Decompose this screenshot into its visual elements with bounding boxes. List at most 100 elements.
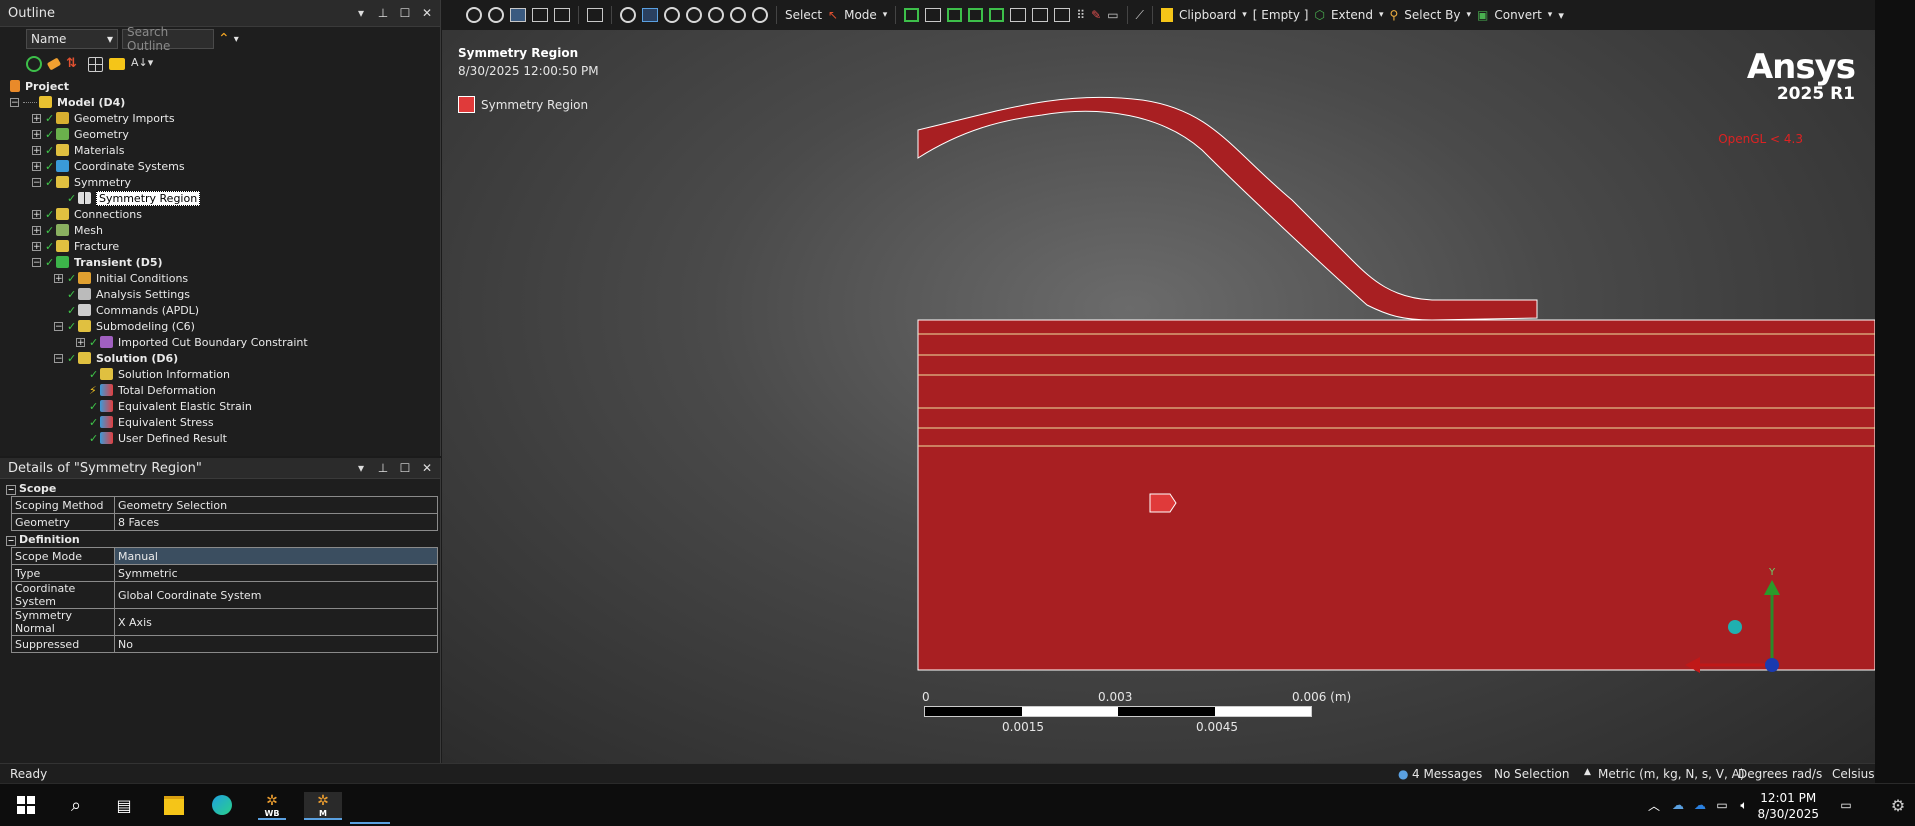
- tree-item-project[interactable]: Project: [8, 78, 440, 94]
- pin-icon[interactable]: ⊥: [374, 4, 392, 22]
- tree-item-transient[interactable]: − ✓ Transient (D5): [8, 254, 440, 270]
- detail-value[interactable]: Global Coordinate System: [114, 581, 438, 609]
- magnifier-icon[interactable]: [730, 7, 746, 23]
- dropdown-icon[interactable]: ▾: [352, 4, 370, 22]
- tag-icon[interactable]: [46, 57, 62, 71]
- shaded-view-icon[interactable]: [532, 8, 548, 22]
- mechanical-taskbar-button[interactable]: ✲ M: [304, 792, 342, 820]
- taskbar-clock[interactable]: 12:01 PM 8/30/2025: [1757, 790, 1819, 822]
- expand-icon[interactable]: +: [32, 241, 41, 251]
- speech-bubble-icon[interactable]: ▭: [1107, 8, 1118, 22]
- collapse-icon[interactable]: −: [54, 321, 63, 331]
- tree-item-submodeling[interactable]: − ✓ Submodeling (C6): [8, 318, 440, 334]
- select-mesh-icon[interactable]: [1054, 8, 1071, 22]
- cursor-icon[interactable]: ↖: [828, 8, 838, 22]
- convert-dropdown[interactable]: Convert: [1494, 8, 1541, 22]
- notifications-icon[interactable]: ▭: [1832, 792, 1860, 818]
- sort-icon[interactable]: ⇅: [66, 56, 82, 72]
- volume-icon[interactable]: 🔈︎: [1730, 792, 1758, 818]
- wireframe-view-icon[interactable]: [554, 8, 570, 22]
- temperature-units[interactable]: Celsius: [1832, 767, 1875, 781]
- file-explorer-icon[interactable]: [160, 792, 188, 818]
- zoom-in-icon[interactable]: [466, 7, 482, 23]
- collapse-icon[interactable]: −: [32, 177, 41, 187]
- close-icon[interactable]: ✕: [418, 459, 436, 477]
- detail-row[interactable]: Scoping Method Geometry Selection: [4, 496, 438, 514]
- collapse-icon[interactable]: −: [32, 257, 41, 267]
- workbench-taskbar-button[interactable]: ✲ WB: [258, 792, 286, 820]
- detail-row[interactable]: Geometry 8 Faces: [4, 513, 438, 531]
- expand-icon[interactable]: +: [32, 161, 41, 171]
- tree-item-imported-cut-boundary[interactable]: + ✓ Imported Cut Boundary Constraint: [8, 334, 440, 350]
- alpha-sort-icon[interactable]: A↓▾: [131, 56, 153, 72]
- select-element-icon[interactable]: [1032, 8, 1049, 22]
- box-zoom-icon[interactable]: [686, 7, 702, 23]
- collapse-icon[interactable]: −: [10, 97, 19, 107]
- tree-item-commands[interactable]: ✓ Commands (APDL): [8, 302, 440, 318]
- select-body-icon[interactable]: [968, 8, 984, 22]
- detail-row[interactable]: Symmetry Normal X Axis: [4, 608, 438, 636]
- select-by-dropdown[interactable]: Select By: [1404, 8, 1460, 22]
- detail-value[interactable]: Geometry Selection: [114, 496, 438, 514]
- tree-item-solution-information[interactable]: ✓ Solution Information: [8, 366, 440, 382]
- select-vertex-icon[interactable]: [904, 8, 920, 22]
- detail-value[interactable]: X Axis: [114, 608, 438, 636]
- section-scope[interactable]: − Scope: [4, 480, 438, 497]
- tree-item-coordinate-systems[interactable]: + ✓ Coordinate Systems: [8, 158, 440, 174]
- tree-item-model[interactable]: − Model (D4): [8, 94, 440, 110]
- detail-value[interactable]: 8 Faces: [114, 513, 438, 531]
- zoom-icon[interactable]: [664, 7, 680, 23]
- tree-item-symmetry[interactable]: − ✓ Symmetry: [8, 174, 440, 190]
- grid-icon[interactable]: [88, 56, 103, 72]
- detail-row[interactable]: Suppressed No: [4, 635, 438, 653]
- pan-icon[interactable]: [642, 8, 658, 22]
- detail-row[interactable]: Type Symmetric: [4, 564, 438, 582]
- tree-item-equivalent-elastic-strain[interactable]: ✓ Equivalent Elastic Strain: [8, 398, 440, 414]
- tree-item-solution[interactable]: − ✓ Solution (D6): [8, 350, 440, 366]
- zoom-out-icon[interactable]: [488, 7, 504, 23]
- folder-icon[interactable]: [109, 58, 125, 70]
- search-options-icon[interactable]: ▾: [234, 34, 239, 45]
- mode-dropdown[interactable]: Mode: [844, 8, 877, 22]
- detail-row[interactable]: Scope Mode Manual: [4, 547, 438, 565]
- tree-item-symmetry-region[interactable]: ✓ Symmetry Region: [8, 190, 440, 206]
- close-icon[interactable]: ✕: [418, 4, 436, 22]
- name-filter-select[interactable]: Name ▾: [26, 29, 118, 49]
- convert-icon[interactable]: ▣: [1477, 8, 1488, 22]
- collapse-icon[interactable]: −: [54, 353, 63, 363]
- tree-item-total-deformation[interactable]: ⚡ Total Deformation: [8, 382, 440, 398]
- tree-item-geometry[interactable]: + ✓ Geometry: [8, 126, 440, 142]
- detail-value[interactable]: Manual: [114, 547, 438, 565]
- dropdown-icon[interactable]: ▾: [352, 459, 370, 477]
- search-outline-input[interactable]: Search Outline: [122, 25, 214, 53]
- select-element-face-icon[interactable]: [1010, 8, 1027, 22]
- detail-row[interactable]: Coordinate System Global Coordinate Syst…: [4, 581, 438, 609]
- pin-icon[interactable]: ⊥: [374, 459, 392, 477]
- tree-item-analysis-settings[interactable]: ✓ Analysis Settings: [8, 286, 440, 302]
- display-edges-icon[interactable]: [587, 8, 603, 22]
- maximize-icon[interactable]: ☐: [396, 4, 414, 22]
- select-edge-icon[interactable]: [925, 8, 942, 22]
- extend-dropdown[interactable]: Extend: [1331, 8, 1373, 22]
- view-cube-icon[interactable]: [510, 8, 526, 22]
- tree-item-materials[interactable]: + ✓ Materials: [8, 142, 440, 158]
- collapse-icon[interactable]: −: [6, 484, 16, 495]
- tree-item-equivalent-stress[interactable]: ✓ Equivalent Stress: [8, 414, 440, 430]
- toolbar-overflow-icon[interactable]: ▾: [1558, 9, 1564, 22]
- clipboard-icon[interactable]: [1160, 8, 1173, 22]
- search-icon[interactable]: ⌕: [62, 792, 90, 818]
- graphics-viewport[interactable]: Symmetry Region 8/30/2025 12:00:50 PM Sy…: [442, 30, 1875, 763]
- zoom-previous-icon[interactable]: [752, 7, 768, 23]
- tree-item-connections[interactable]: + ✓ Connections: [8, 206, 440, 222]
- refresh-icon[interactable]: [26, 56, 42, 72]
- expand-icon[interactable]: +: [32, 145, 41, 155]
- chart-icon[interactable]: ⟋: [1136, 8, 1144, 23]
- collapse-icon[interactable]: −: [6, 535, 16, 546]
- select-button[interactable]: Select: [785, 8, 822, 22]
- section-definition[interactable]: − Definition: [4, 531, 438, 548]
- detail-value[interactable]: Symmetric: [114, 564, 438, 582]
- comment-icon[interactable]: ✎: [1091, 8, 1101, 22]
- tree-item-geometry-imports[interactable]: + ✓ Geometry Imports: [8, 110, 440, 126]
- angle-units[interactable]: Degrees: [1738, 767, 1788, 781]
- clipboard-dropdown[interactable]: Clipboard: [1179, 8, 1236, 22]
